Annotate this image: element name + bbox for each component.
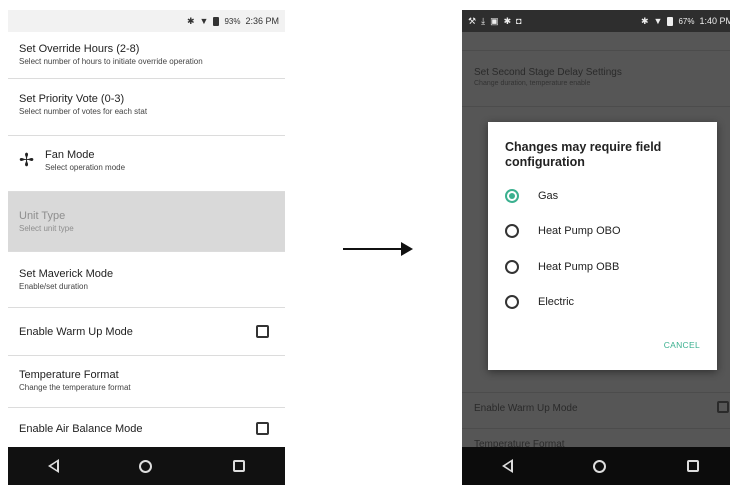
- bg-setting-warm-up: Enable Warm Up Mode: [462, 402, 730, 415]
- setting-maverick-mode[interactable]: Set Maverick Mode Enable/set duration: [8, 252, 285, 308]
- settings-list: Set Override Hours (2-8) Select number o…: [8, 32, 285, 447]
- dialog-title: Changes may require field configuration: [505, 140, 662, 169]
- battery-icon: [213, 16, 220, 26]
- warm-up-checkbox[interactable]: [256, 325, 269, 338]
- setting-warm-up-mode[interactable]: Enable Warm Up Mode: [8, 308, 285, 356]
- radio-button[interactable]: [505, 295, 519, 309]
- unit-type-dialog: Changes may require field configuration …: [488, 122, 717, 370]
- setting-title: Set Second Stage Delay Settings: [474, 67, 622, 78]
- setting-subtitle: Select number of hours to initiate overr…: [19, 57, 203, 66]
- setting-subtitle: Enable/set duration: [19, 282, 88, 291]
- option-label: Heat Pump OBO: [538, 225, 621, 237]
- wrench-icon: ⚒: [468, 15, 477, 26]
- divider: [462, 106, 730, 107]
- setting-priority-vote[interactable]: Set Priority Vote (0-3) Select number of…: [8, 79, 285, 136]
- option-gas[interactable]: Gas: [505, 186, 558, 206]
- setting-title: Enable Air Balance Mode: [19, 423, 143, 435]
- camera-icon: ◘: [516, 15, 522, 26]
- option-heat-pump-obo[interactable]: Heat Pump OBO: [505, 221, 621, 241]
- radio-button[interactable]: [505, 224, 519, 238]
- fan-icon: ✢: [19, 150, 35, 170]
- setting-fan-mode[interactable]: ✢ Fan Mode Select operation mode: [8, 136, 285, 192]
- bg-setting-second-stage: Set Second Stage Delay Settings Change d…: [462, 66, 730, 89]
- bluetooth-icon: ✱: [186, 15, 195, 26]
- setting-title: Set Maverick Mode: [19, 268, 114, 280]
- divider: [462, 50, 730, 51]
- wifi-icon: ▼: [199, 15, 209, 26]
- phone-screen-before: ✱ ▼ 93% 2:36 PM Set Override Hours (2-8)…: [8, 10, 285, 485]
- setting-temperature-format[interactable]: Temperature Format Change the temperatur…: [8, 356, 285, 408]
- option-electric[interactable]: Electric: [505, 292, 574, 312]
- clock: 1:40 PM: [699, 16, 730, 26]
- option-heat-pump-obb[interactable]: Heat Pump OBB: [505, 257, 619, 277]
- air-balance-checkbox[interactable]: [256, 422, 269, 435]
- back-icon[interactable]: [502, 459, 514, 473]
- setting-title: Unit Type: [19, 210, 66, 222]
- setting-title: Temperature Format: [19, 369, 119, 381]
- navigation-bar: [462, 447, 730, 485]
- setting-unit-type[interactable]: Unit Type Select unit type: [8, 192, 285, 252]
- status-bar: ✱ ▼ 93% 2:36 PM: [8, 10, 285, 32]
- bluetooth-icon: ✱: [640, 15, 649, 26]
- recents-icon[interactable]: [686, 460, 699, 472]
- back-icon[interactable]: [48, 459, 60, 473]
- phone-screen-after: ⚒ ⤓ ▣ ✱ ◘ ✱ ▼ 67% 1:40 PM Set Second Sta…: [462, 10, 730, 485]
- transition-arrow: [343, 242, 413, 256]
- home-icon[interactable]: [593, 459, 607, 473]
- setting-title: Enable Warm Up Mode: [474, 403, 578, 414]
- wifi-icon: ▼: [653, 15, 663, 26]
- setting-title: Set Priority Vote (0-3): [19, 93, 125, 105]
- status-bar: ⚒ ⤓ ▣ ✱ ◘ ✱ ▼ 67% 1:40 PM: [462, 10, 730, 32]
- navigation-bar: [8, 447, 285, 485]
- setting-title: Enable Warm Up Mode: [19, 326, 133, 338]
- setting-subtitle: Select number of votes for each stat: [19, 107, 148, 116]
- battery-icon: [667, 16, 674, 26]
- download-icon: ⤓: [481, 15, 486, 26]
- option-label: Heat Pump OBB: [538, 261, 620, 273]
- setting-title: Fan Mode: [45, 149, 95, 161]
- recents-icon[interactable]: [232, 460, 245, 472]
- clock: 2:36 PM: [245, 16, 279, 26]
- battery-percent: 67%: [678, 16, 695, 26]
- setting-subtitle: Select operation mode: [45, 163, 126, 172]
- setting-air-balance-mode[interactable]: Enable Air Balance Mode: [8, 408, 285, 447]
- bg-warm-up-checkbox: [717, 401, 729, 413]
- bluetooth-icon: ✱: [503, 15, 512, 26]
- radio-button-selected[interactable]: [505, 189, 519, 203]
- setting-subtitle: Change the temperature format: [19, 383, 131, 392]
- option-label: Electric: [538, 296, 575, 308]
- setting-title: Set Override Hours (2-8): [19, 43, 140, 55]
- divider: [462, 392, 730, 393]
- cancel-button[interactable]: CANCEL: [664, 340, 700, 350]
- radio-button[interactable]: [505, 260, 519, 274]
- divider: [462, 428, 730, 429]
- battery-percent: 93%: [224, 16, 241, 26]
- option-label: Gas: [538, 190, 559, 202]
- home-icon[interactable]: [139, 459, 153, 473]
- setting-subtitle: Change duration, temperature enable: [474, 80, 591, 87]
- setting-override-hours[interactable]: Set Override Hours (2-8) Select number o…: [8, 32, 285, 79]
- setting-subtitle: Select unit type: [19, 224, 74, 233]
- image-icon: ▣: [490, 15, 499, 26]
